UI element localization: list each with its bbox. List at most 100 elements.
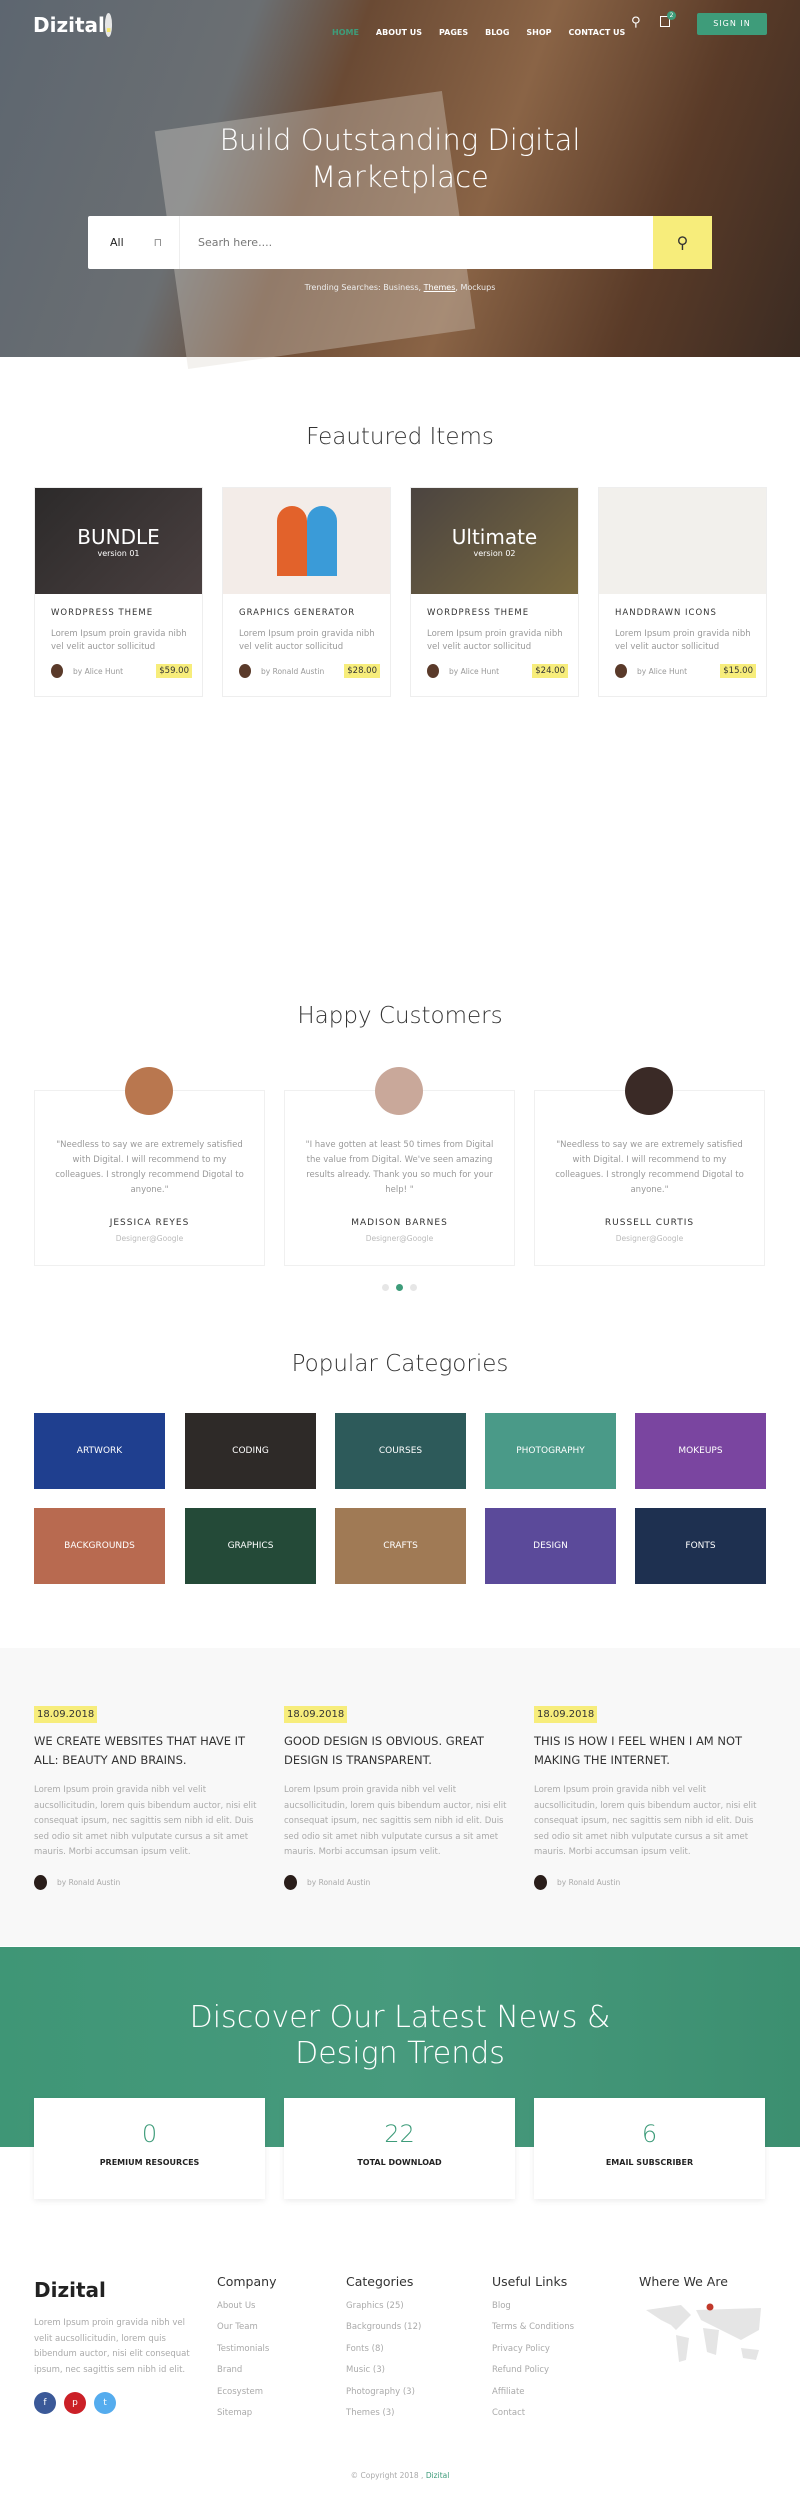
search-input[interactable]: Searh here.... bbox=[180, 236, 653, 249]
post-title[interactable]: GOOD DESIGN IS OBVIOUS. GREAT DESIGN IS … bbox=[284, 1732, 519, 1770]
facebook-icon[interactable]: f bbox=[34, 2392, 56, 2414]
author-avatar bbox=[427, 664, 439, 678]
stats-title: Discover Our Latest News & Design Trends bbox=[189, 2000, 611, 2071]
category-tile[interactable]: BACKGROUNDS bbox=[34, 1508, 165, 1584]
product-image[interactable] bbox=[223, 488, 390, 594]
stat-value: 6 bbox=[641, 2120, 658, 2148]
footer-link[interactable]: Photography (3) bbox=[346, 2387, 421, 2397]
logo[interactable]: Dizital. bbox=[33, 13, 113, 37]
category-tile[interactable]: GRAPHICS bbox=[185, 1508, 316, 1584]
product-card[interactable]: BUNDLE version 01 WORDPRESS THEME Lorem I… bbox=[34, 487, 203, 697]
search-bar: All ⊓ Searh here.... ⚲ bbox=[88, 216, 712, 269]
trend-link[interactable]: Mockups bbox=[460, 283, 495, 292]
category-tile[interactable]: COURSES bbox=[335, 1413, 466, 1489]
footer-link[interactable]: Affiliate bbox=[492, 2387, 574, 2397]
carousel-dot[interactable] bbox=[382, 1284, 389, 1291]
product-card[interactable]: Ultimate version 02 WORDPRESS THEME Lorem… bbox=[410, 487, 579, 697]
stat-label: TOTAL DOWNLOAD bbox=[357, 2158, 442, 2167]
product-image[interactable]: BUNDLE version 01 bbox=[35, 488, 202, 594]
footer-link[interactable]: Backgrounds (12) bbox=[346, 2322, 421, 2332]
testimonial-card: "Needless to say we are extremely satisf… bbox=[34, 1090, 265, 1266]
carousel-dot-active[interactable] bbox=[396, 1284, 403, 1291]
product-title[interactable]: HANDDRAWN ICONS bbox=[615, 608, 766, 618]
post-date: 18.09.2018 bbox=[284, 1706, 348, 1723]
testimonial-quote: "Needless to say we are extremely satisf… bbox=[555, 1140, 744, 1195]
category-select[interactable]: All ⊓ bbox=[88, 216, 180, 269]
product-card[interactable]: GRAPHICS GENERATOR Lorem Ipsum proin gra… bbox=[222, 487, 391, 697]
footer-link[interactable]: Privacy Policy bbox=[492, 2344, 574, 2354]
product-title[interactable]: GRAPHICS GENERATOR bbox=[239, 608, 390, 618]
footer-link[interactable]: Sitemap bbox=[217, 2408, 276, 2418]
footer-link[interactable]: Brand bbox=[217, 2365, 276, 2375]
author-name[interactable]: by Alice Hunt bbox=[73, 667, 123, 676]
author-name[interactable]: by Alice Hunt bbox=[449, 667, 499, 676]
product-image[interactable] bbox=[599, 488, 766, 594]
nav-contact[interactable]: CONTACT US bbox=[569, 28, 626, 37]
category-tile[interactable]: DESIGN bbox=[485, 1508, 616, 1584]
post-date: 18.09.2018 bbox=[534, 1706, 598, 1723]
twitter-icon[interactable]: t bbox=[94, 2392, 116, 2414]
main-nav: HOME ABOUT US PAGES BLOG SHOP CONTACT US bbox=[332, 20, 642, 39]
footer-link[interactable]: Refund Policy bbox=[492, 2365, 574, 2375]
nav-pages[interactable]: PAGES bbox=[439, 28, 468, 37]
pinterest-icon[interactable]: p bbox=[64, 2392, 86, 2414]
search-button[interactable]: ⚲ bbox=[653, 216, 712, 269]
footer-link[interactable]: Testimonials bbox=[217, 2344, 276, 2354]
cart-badge: 2 bbox=[667, 11, 676, 20]
testimonial-quote: "Needless to say we are extremely satisf… bbox=[55, 1140, 244, 1195]
image-title: Ultimate bbox=[451, 524, 538, 549]
copyright-brand-link[interactable]: Dizital bbox=[426, 2471, 450, 2480]
product-title[interactable]: WORDPRESS THEME bbox=[51, 608, 202, 618]
footer-link[interactable]: Our Team bbox=[217, 2322, 276, 2332]
footer-link[interactable]: Contact bbox=[492, 2408, 574, 2418]
nav-blog[interactable]: BLOG bbox=[485, 28, 509, 37]
nav-shop[interactable]: SHOP bbox=[526, 28, 551, 37]
nav-about[interactable]: ABOUT US bbox=[376, 28, 422, 37]
footer-logo[interactable]: Dizital bbox=[34, 2278, 106, 2302]
hero-title: Build Outstanding Digital Marketplace bbox=[219, 123, 581, 194]
footer-link[interactable]: Graphics (25) bbox=[346, 2301, 421, 2311]
category-tile[interactable]: ARTWORK bbox=[34, 1413, 165, 1489]
stat-card: 6 EMAIL SUBSCRIBER bbox=[534, 2098, 765, 2199]
testimonial-avatar bbox=[625, 1067, 673, 1115]
trend-link[interactable]: Business bbox=[383, 283, 418, 292]
search-icon[interactable]: ⚲ bbox=[631, 15, 641, 30]
post-title[interactable]: WE CREATE WEBSITES THAT HAVE IT ALL: BEA… bbox=[34, 1732, 269, 1770]
nav-home[interactable]: HOME bbox=[332, 28, 359, 37]
sign-in-button[interactable]: SIGN IN bbox=[697, 13, 767, 35]
post-title[interactable]: THIS IS HOW I FEEL WHEN I AM NOT MAKING … bbox=[534, 1732, 769, 1770]
category-tile[interactable]: CODING bbox=[185, 1413, 316, 1489]
trend-link[interactable]: Themes bbox=[424, 283, 456, 292]
footer-link[interactable]: About Us bbox=[217, 2301, 276, 2311]
author-name[interactable]: by Alice Hunt bbox=[637, 667, 687, 676]
stat-card: 22 TOTAL DOWNLOAD bbox=[284, 2098, 515, 2199]
post-date: 18.09.2018 bbox=[34, 1706, 98, 1723]
post-author[interactable]: by Ronald Austin bbox=[307, 1878, 370, 1887]
category-label: GRAPHICS bbox=[227, 1541, 274, 1551]
footer-link[interactable]: Ecosystem bbox=[217, 2387, 276, 2397]
category-label: DESIGN bbox=[533, 1541, 568, 1551]
logo-text: Dizital bbox=[33, 13, 105, 37]
testimonial-name: JESSICA REYES bbox=[109, 1218, 190, 1228]
category-value: All bbox=[110, 236, 124, 249]
post-author[interactable]: by Ronald Austin bbox=[57, 1878, 120, 1887]
product-image[interactable]: Ultimate version 02 bbox=[411, 488, 578, 594]
category-tile[interactable]: FONTS bbox=[635, 1508, 766, 1584]
footer-link[interactable]: Themes (3) bbox=[346, 2408, 421, 2418]
author-name[interactable]: by Ronald Austin bbox=[261, 667, 324, 676]
author-avatar bbox=[615, 664, 627, 678]
category-tile[interactable]: PHOTOGRAPHY bbox=[485, 1413, 616, 1489]
post-author[interactable]: by Ronald Austin bbox=[557, 1878, 620, 1887]
footer-link[interactable]: Terms & Conditions bbox=[492, 2322, 574, 2332]
product-title[interactable]: WORDPRESS THEME bbox=[427, 608, 578, 618]
footer-link[interactable]: Fonts (8) bbox=[346, 2344, 421, 2354]
testimonial-name: RUSSELL CURTIS bbox=[604, 1218, 695, 1228]
product-card[interactable]: HANDDRAWN ICONS Lorem Ipsum proin gravid… bbox=[598, 487, 767, 697]
category-tile[interactable]: MOKEUPS bbox=[635, 1413, 766, 1489]
testimonial-avatar bbox=[375, 1067, 423, 1115]
footer-link[interactable]: Blog bbox=[492, 2301, 574, 2311]
category-tile[interactable]: CRAFTS bbox=[335, 1508, 466, 1584]
category-label: CODING bbox=[232, 1446, 269, 1456]
carousel-dot[interactable] bbox=[410, 1284, 417, 1291]
footer-link[interactable]: Music (3) bbox=[346, 2365, 421, 2375]
